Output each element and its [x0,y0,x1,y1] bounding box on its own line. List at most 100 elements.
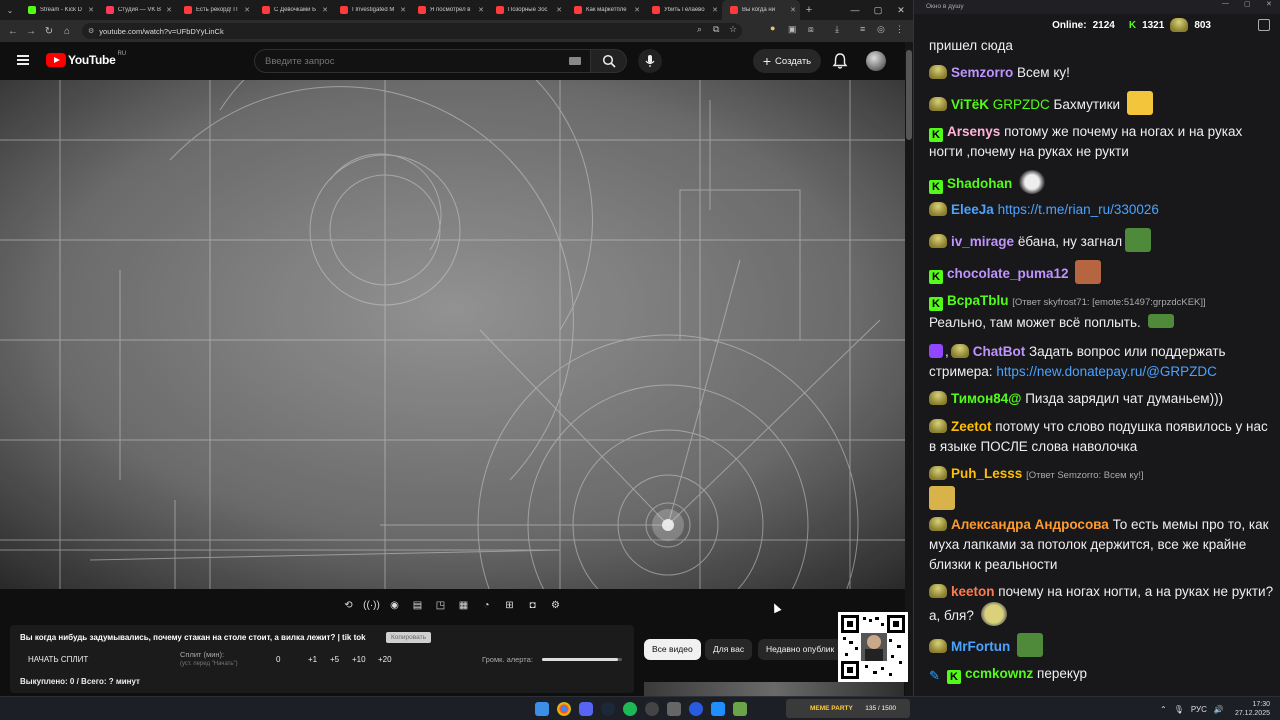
tray-arrow-icon[interactable]: ⌃ [1160,705,1167,714]
add-clip-icon[interactable]: ⊞ [501,597,518,614]
discord-icon[interactable] [579,702,593,716]
search-input[interactable] [254,49,591,73]
browser-tab[interactable]: Вы когда ни ✕ [722,0,800,20]
message-username[interactable]: chocolate_puma12 [947,266,1069,281]
telegram-icon[interactable] [711,702,725,716]
message-link[interactable]: https://new.donatepay.ru/@GRPZDC [996,364,1217,379]
split-add-20-button[interactable]: +20 [378,655,392,664]
loop-icon[interactable]: ⟲ [340,597,357,614]
message-username[interactable]: ChatBot [973,344,1026,359]
video-player[interactable] [0,80,905,589]
page-scrollbar[interactable] [905,42,913,696]
create-button[interactable]: + Создать [753,49,821,73]
start-windows-icon[interactable] [535,702,549,716]
menu-icon[interactable] [17,55,29,65]
media-player-icon[interactable] [689,702,703,716]
browser-tab[interactable]: Студия — VK В ✕ [98,0,176,20]
tab-search-icon[interactable]: ⌄ [0,0,20,20]
tab-close-icon[interactable]: ✕ [166,6,172,14]
extension-icon[interactable]: ● [770,23,775,33]
tab-close-icon[interactable]: ✕ [712,6,718,14]
screenshot-icon[interactable]: ◘ [524,597,541,614]
split-add-1-button[interactable]: +1 [308,655,317,664]
home-icon[interactable]: ⌂ [58,26,76,37]
browser-tab[interactable]: С Девочками Б ✕ [254,0,332,20]
chat-close-icon[interactable]: ✕ [1266,0,1272,8]
extension-2-icon[interactable]: ▣ [788,24,797,35]
spotify-icon[interactable] [623,702,637,716]
message-username[interactable]: iv_mirage [951,234,1014,249]
alert-volume-slider[interactable] [542,658,622,661]
app-icon[interactable] [667,702,681,716]
message-username[interactable]: EleeJa [951,202,994,217]
install-icon[interactable]: ⧉ [713,24,719,35]
browser-tab[interactable]: Я посмотрел в ✕ [410,0,488,20]
keyboard-icon[interactable] [569,57,581,65]
tab-close-icon[interactable]: ✕ [634,6,640,14]
message-username[interactable]: MrFortun [951,639,1010,654]
system-clock[interactable]: 17:30 27.12.2025 [1235,700,1270,718]
browser-tab[interactable]: Stream - Kick D ✕ [20,0,98,20]
message-username[interactable]: Zeetot [951,419,992,434]
browser-tab[interactable]: Позорные Зос ✕ [488,0,566,20]
message-link[interactable]: https://t.me/rian_ru/330026 [998,202,1159,217]
split-add-5-button[interactable]: +5 [330,655,339,664]
forward-icon[interactable]: → [22,26,40,37]
chrome-icon[interactable] [557,702,571,716]
maximize-icon[interactable]: ▢ [866,0,890,20]
voice-search-button[interactable] [638,49,662,73]
media-icon[interactable]: ≡ [860,24,865,34]
search-button[interactable] [591,49,627,73]
chat-minimize-icon[interactable]: — [1222,0,1229,7]
notifications-bell-icon[interactable] [831,52,849,70]
tab-close-icon[interactable]: ✕ [322,6,328,14]
tab-close-icon[interactable]: ✕ [400,6,406,14]
chip-recently-published[interactable]: Недавно опублик [758,639,842,660]
split-value-0[interactable]: 0 [276,655,280,664]
message-username[interactable]: Arsenys [947,124,1000,139]
back-icon[interactable]: ← [4,26,22,37]
meme-party-widget[interactable]: MEME PARTY 135 / 1500 [786,699,910,718]
chat-popout-icon[interactable] [1258,19,1270,31]
split-add-10-button[interactable]: +10 [352,655,366,664]
tab-close-icon[interactable]: ✕ [478,6,484,14]
download-icon[interactable]: ⤓ [835,24,839,35]
browser-tab[interactable]: Убить Гелаево ✕ [644,0,722,20]
extensions-puzzle-icon[interactable]: ⧈ [808,24,814,35]
message-username[interactable]: ViTёK [951,97,989,112]
zoom-icon[interactable]: ⌕ [697,24,702,35]
browser-tab[interactable]: Есть рекорд! П ✕ [176,0,254,20]
tab-close-icon[interactable]: ✕ [244,6,250,14]
files-icon[interactable] [733,702,747,716]
microphone-tray-icon[interactable]: 🎙 [1174,705,1184,714]
related-video-thumbnail[interactable] [644,682,904,696]
message-username[interactable]: ccmkownz [965,666,1033,681]
account-avatar[interactable] [866,51,886,71]
chat-maximize-icon[interactable]: ▢ [1244,0,1251,8]
youtube-logo[interactable]: YouTube RU [46,51,126,67]
message-username[interactable]: Тимон84@ [951,391,1021,406]
speed-icon[interactable]: ◔ [478,597,495,614]
bookmark-star-icon[interactable]: ☆ [729,24,737,35]
browser-tab[interactable]: I Investigated M ✕ [332,0,410,20]
message-username[interactable]: keeton [951,584,995,599]
minimize-icon[interactable]: — [843,0,867,20]
tab-close-icon[interactable]: ✕ [790,6,796,14]
menu-dots-icon[interactable]: ⋮ [895,24,904,35]
close-window-icon[interactable]: ✕ [889,0,913,20]
message-username[interactable]: Александра Андросова [951,517,1109,532]
site-info-icon[interactable]: ⚙ [88,27,94,35]
tab-close-icon[interactable]: ✕ [88,6,94,14]
profile-icon[interactable]: ◎ [877,24,885,35]
message-username[interactable]: Semzorro [951,65,1013,80]
steam-icon[interactable] [601,702,615,716]
broadcast-icon[interactable]: ((·)) [363,597,380,614]
new-tab-button[interactable]: + [800,4,818,16]
frame-icon[interactable]: ▦ [455,597,472,614]
start-split-button[interactable]: НАЧАТЬ СПЛИТ [28,655,88,664]
watch-later-icon[interactable]: ◉ [386,597,403,614]
settings-gear-icon[interactable]: ⚙ [547,597,564,614]
obs-icon[interactable] [645,702,659,716]
chip-for-you[interactable]: Для вас [705,639,753,660]
url-field[interactable]: ⚙ youtube.com/watch?v=UFbDYyLinCk [82,23,742,39]
